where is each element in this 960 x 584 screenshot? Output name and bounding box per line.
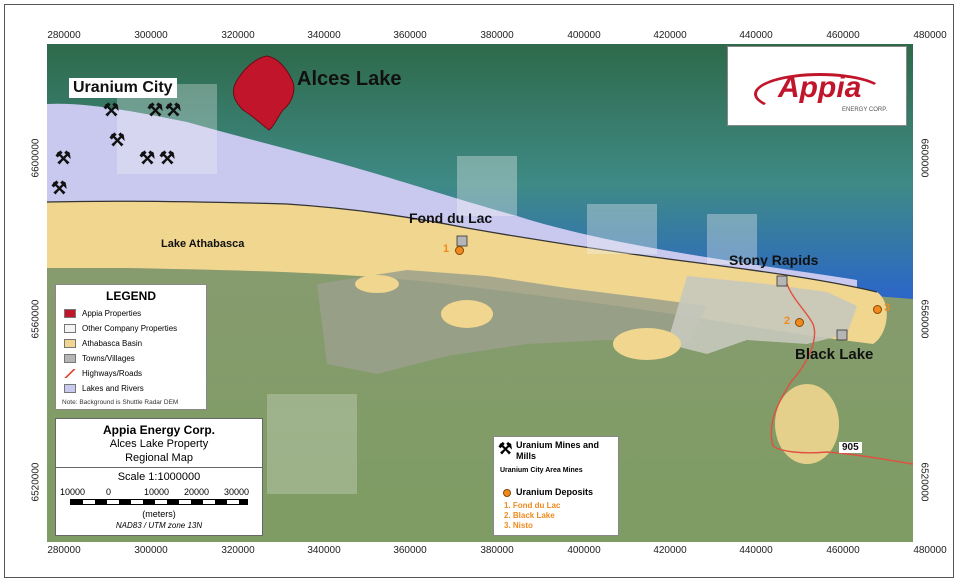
x-tick-top: 420000: [653, 30, 687, 41]
title-divider: [56, 467, 262, 468]
mine-marker-7: ⚒: [159, 148, 176, 168]
legend-item: Highways/Roads: [64, 369, 142, 378]
x-tick-top: 400000: [567, 30, 601, 41]
legend-panel: LEGEND Appia Properties Other Company Pro…: [55, 284, 207, 410]
mines-icon: ⚒: [498, 441, 513, 458]
scale-projection: NAD83 / UTM zone 13N: [115, 521, 203, 530]
x-tick-bottom: 400000: [567, 545, 601, 556]
scale-text: Scale 1:1000000: [117, 471, 201, 483]
label-lake-athabasca: Lake Athabasca: [161, 238, 245, 250]
deposit-number-3: 3: [884, 302, 891, 314]
label-alces-lake: Alces Lake: [297, 68, 402, 90]
scale-label: 20000: [184, 487, 210, 497]
x-tick-top: 380000: [480, 30, 514, 41]
title-company: Appia Energy Corp.: [102, 423, 215, 437]
label-stony-rapids: Stony Rapids: [729, 252, 819, 268]
scale-label: 30000: [224, 487, 250, 497]
deposit-number-1: 1: [443, 243, 450, 255]
legend-swatch: [64, 354, 76, 363]
title-block: Appia Energy Corp. Alces Lake Property R…: [55, 418, 263, 536]
mine-marker-5: ⚒: [55, 148, 72, 168]
x-tick-bottom: 460000: [826, 545, 860, 556]
deposit-marker-3[interactable]: [873, 305, 882, 314]
label-highway-905: 905: [839, 442, 862, 453]
title-map-type: Regional Map: [125, 452, 193, 464]
deposit-list-item: 2. Black Lake: [504, 511, 555, 520]
mine-marker-2: ⚒: [147, 100, 164, 120]
logo-brand: Appia: [778, 71, 862, 104]
deposit-list-item: 3. Nisto: [504, 521, 533, 530]
x-tick-bottom: 300000: [134, 545, 168, 556]
mines-legend: ⚒ Uranium Mines and Mills Uranium City A…: [493, 436, 619, 536]
x-tick-bottom: 440000: [739, 545, 773, 556]
legend-item: Athabasca Basin: [64, 339, 142, 348]
legend-label: Athabasca Basin: [82, 339, 143, 348]
x-tick-top: 320000: [221, 30, 255, 41]
y-tick-right: 6560000: [918, 299, 930, 339]
legend-swatch: [64, 309, 76, 318]
scale-units: (meters): [142, 509, 176, 519]
label-black-lake: Black Lake: [795, 346, 874, 363]
y-tick-left: 6520000: [30, 462, 42, 502]
label-uranium-city: Uranium City: [69, 78, 177, 98]
mine-marker-1: ⚒: [103, 100, 120, 120]
y-tick-right: 6600000: [918, 138, 930, 178]
title-property: Alces Lake Property: [109, 438, 209, 450]
legend-label: Lakes and Rivers: [82, 384, 144, 393]
x-tick-top: 440000: [739, 30, 773, 41]
legend-label: Towns/Villages: [82, 354, 135, 363]
legend-item: Lakes and Rivers: [64, 384, 144, 393]
label-fond-du-lac: Fond du Lac: [409, 210, 493, 226]
deposit-number-2: 2: [784, 315, 791, 327]
deposit-list-item: 1. Fond du Lac: [504, 501, 561, 510]
x-tick-top: 300000: [134, 30, 168, 41]
legend-title: LEGEND: [105, 289, 156, 303]
x-tick-top: 280000: [47, 30, 81, 41]
legend-swatch: [64, 384, 76, 393]
scale-label: 10000: [60, 487, 86, 497]
scale-bar: [70, 499, 248, 505]
deposits-label: Uranium Deposits: [516, 487, 594, 497]
legend-label: Highways/Roads: [82, 369, 143, 378]
mines-sub: Uranium City Area Mines: [500, 467, 583, 474]
legend-item: Appia Properties: [64, 309, 141, 318]
x-tick-bottom: 380000: [480, 545, 514, 556]
x-tick-bottom: 420000: [653, 545, 687, 556]
mine-marker-4: ⚒: [109, 130, 126, 150]
x-tick-bottom: 340000: [307, 545, 341, 556]
legend-swatch: [64, 369, 76, 378]
x-tick-bottom: 280000: [47, 545, 81, 556]
y-tick-left: 6560000: [30, 299, 42, 339]
y-tick-left: 6600000: [30, 138, 42, 178]
legend-note: Note: Background is Shuttle Radar DEM: [62, 399, 179, 406]
mine-marker-6: ⚒: [139, 148, 156, 168]
scale-label: 10000: [144, 487, 170, 497]
x-tick-bottom: 360000: [393, 545, 427, 556]
deposit-marker-1[interactable]: [455, 246, 464, 255]
logo-sub: ENERGY CORP.: [842, 107, 888, 113]
legend-item: Towns/Villages: [64, 354, 135, 363]
x-tick-bottom: 320000: [221, 545, 255, 556]
x-tick-bottom: 480000: [913, 545, 947, 556]
legend-item: Other Company Properties: [64, 324, 177, 333]
y-tick-right: 6520000: [918, 462, 930, 502]
mine-marker-8: ⚒: [51, 178, 68, 198]
mines-label: Uranium Mines and Mills: [516, 440, 600, 461]
x-tick-top: 460000: [826, 30, 860, 41]
x-tick-top: 340000: [307, 30, 341, 41]
legend-swatch: [64, 339, 76, 348]
scale-label: 0: [106, 487, 112, 497]
deposit-legend-icon: [503, 489, 511, 497]
mine-marker-3: ⚒: [165, 100, 182, 120]
legend-swatch: [64, 324, 76, 333]
x-tick-top: 360000: [393, 30, 427, 41]
map-canvas[interactable]: ⚒ ⚒ ⚒ ⚒ ⚒ ⚒ ⚒ ⚒ Uranium City Alces Lake …: [47, 44, 913, 542]
appia-logo: Appia ENERGY CORP.: [727, 46, 907, 126]
legend-label: Other Company Properties: [82, 324, 178, 333]
legend-label: Appia Properties: [82, 309, 142, 318]
deposit-marker-2[interactable]: [795, 318, 804, 327]
x-tick-top: 480000: [913, 30, 947, 41]
